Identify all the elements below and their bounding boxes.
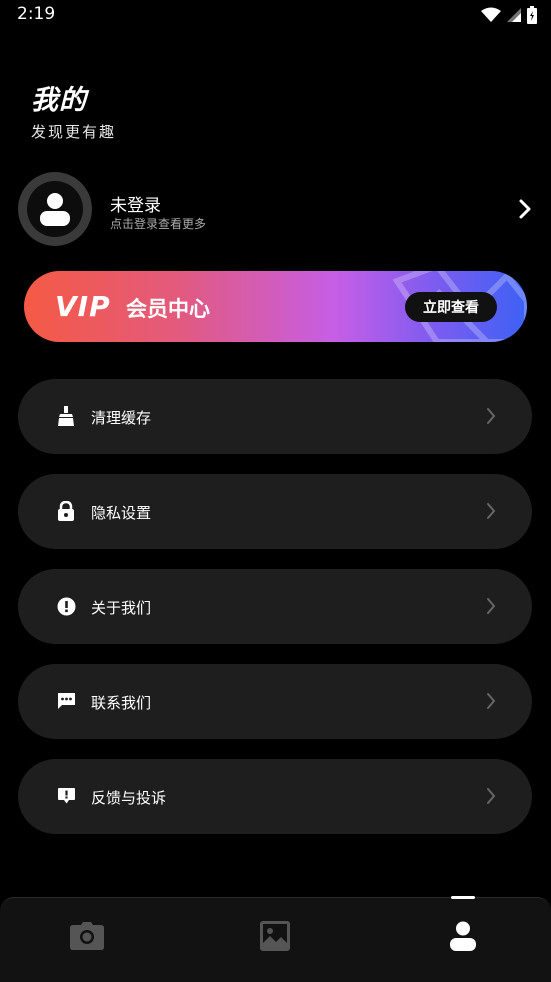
chevron-right-icon bbox=[487, 503, 496, 519]
menu-item-contact-us[interactable]: 联系我们 bbox=[18, 664, 532, 739]
menu-label: 关于我们 bbox=[91, 599, 152, 617]
info-icon bbox=[57, 597, 75, 615]
feedback-icon bbox=[57, 788, 75, 804]
avatar[interactable] bbox=[18, 172, 92, 246]
page-subtitle: 发现更有趣 bbox=[31, 123, 117, 141]
chevron-right-icon bbox=[487, 788, 496, 804]
status-time: 2:19 bbox=[17, 4, 56, 24]
chevron-right-icon bbox=[487, 598, 496, 614]
chat-icon bbox=[57, 693, 75, 709]
profile-name: 未登录 bbox=[110, 196, 161, 216]
vip-logo: VIP bbox=[55, 290, 111, 323]
gallery-icon bbox=[260, 921, 290, 951]
menu-item-feedback[interactable]: 反馈与投诉 bbox=[18, 759, 532, 834]
nav-gallery[interactable] bbox=[257, 920, 293, 952]
menu-label: 清理缓存 bbox=[91, 409, 152, 427]
vip-title: 会员中心 bbox=[126, 297, 210, 321]
user-icon bbox=[40, 193, 70, 226]
menu-label: 联系我们 bbox=[91, 694, 152, 712]
nav-profile[interactable] bbox=[445, 920, 481, 952]
profile-login-row[interactable]: 未登录 点击登录查看更多 bbox=[18, 172, 538, 248]
page-title: 我的 bbox=[31, 85, 87, 116]
chevron-right-icon[interactable] bbox=[518, 198, 532, 220]
battery-icon bbox=[527, 6, 537, 24]
vip-view-button[interactable]: 立即查看 bbox=[405, 292, 497, 322]
user-icon bbox=[450, 921, 476, 951]
vip-banner[interactable]: VIP 会员中心 立即查看 bbox=[24, 271, 527, 342]
menu-item-privacy-settings[interactable]: 隐私设置 bbox=[18, 474, 532, 549]
menu-label: 隐私设置 bbox=[91, 504, 152, 522]
chevron-right-icon bbox=[487, 693, 496, 709]
menu-item-clear-cache[interactable]: 清理缓存 bbox=[18, 379, 532, 454]
menu-item-about-us[interactable]: 关于我们 bbox=[18, 569, 532, 644]
status-icons bbox=[481, 6, 537, 24]
lock-icon bbox=[58, 501, 74, 521]
nav-camera[interactable] bbox=[69, 920, 105, 952]
camera-icon bbox=[70, 922, 104, 950]
chevron-right-icon bbox=[487, 408, 496, 424]
status-bar: 2:19 bbox=[0, 0, 551, 30]
menu-label: 反馈与投诉 bbox=[91, 789, 167, 807]
wifi-icon bbox=[481, 7, 501, 22]
active-tab-indicator bbox=[451, 896, 475, 899]
cell-signal-icon bbox=[507, 8, 521, 22]
profile-hint: 点击登录查看更多 bbox=[110, 217, 207, 231]
bottom-navigation bbox=[0, 896, 551, 982]
broom-icon bbox=[58, 406, 74, 426]
